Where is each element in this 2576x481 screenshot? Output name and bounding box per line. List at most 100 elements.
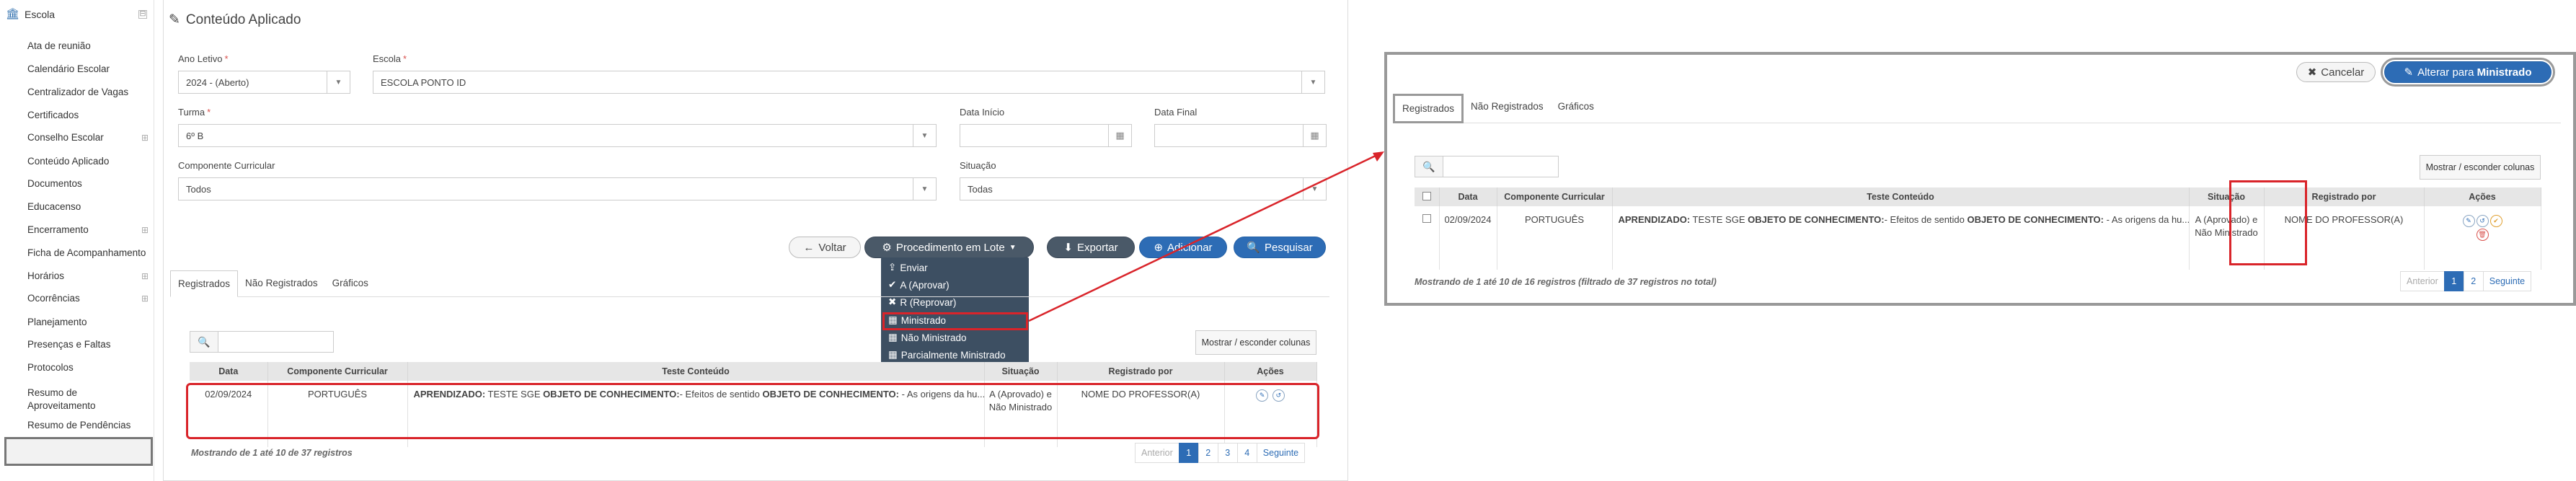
sidebar-item[interactable]: Ficha de Acompanhamento [27, 247, 146, 258]
callout-arrow [1028, 151, 1384, 322]
sidebar-section-title: Escola [25, 9, 56, 20]
sidebar-item[interactable]: Documentos [27, 178, 82, 189]
sidebar-item[interactable]: Educacenso [27, 201, 81, 212]
pager-next[interactable]: Seguinte [1256, 443, 1306, 463]
sidebar-item[interactable]: Presenças e Faltas [27, 339, 111, 350]
alterar-ministrado-button[interactable]: ✎ Alterar para Ministrado [2384, 61, 2551, 83]
header-componente[interactable]: Componente Curricular [1497, 187, 1613, 206]
toggle-columns-button[interactable]: Mostrar / esconder colunas [1195, 330, 1316, 355]
pager-page-2[interactable]: 2 [2463, 271, 2484, 291]
voltar-button[interactable]: ← Voltar [789, 237, 861, 258]
menu-item-label: Não Ministrado [900, 332, 967, 343]
zoom-data-table: Data Componente Curricular Teste Conteúd… [1415, 187, 2541, 270]
zoom-toggle-columns-button[interactable]: Mostrar / esconder colunas [2420, 155, 2541, 180]
sidebar-item[interactable]: Conteúdo Aplicado [27, 156, 109, 167]
header-componente[interactable]: Componente Curricular [267, 362, 408, 381]
delete-action-icon[interactable]: 🗑 [2476, 229, 2489, 241]
history-action-icon[interactable]: ↺ [2476, 215, 2489, 227]
zoom-pagination: Anterior 1 2 Seguinte [2400, 271, 2532, 291]
search-icon: 🔍 [190, 331, 218, 353]
header-registrado[interactable]: Registrado por [1057, 362, 1225, 381]
table-search-input[interactable] [218, 331, 334, 353]
pager-page-1[interactable]: 1 [1178, 443, 1199, 463]
header-conteudo[interactable]: Teste Conteúdo [407, 362, 985, 381]
componente-select[interactable]: Todos ▼ [178, 177, 937, 200]
ano-letivo-label: Ano Letivo * [178, 53, 229, 64]
pager-page-3[interactable]: 3 [1217, 443, 1238, 463]
sidebar-item[interactable]: Ocorrências [27, 293, 80, 304]
pager-page-4[interactable]: 4 [1236, 443, 1257, 463]
expand-icon[interactable]: ⊞ [141, 225, 149, 235]
turma-select[interactable]: 6º B ▼ [178, 124, 937, 147]
sidebar-item[interactable]: Conselho Escolar [27, 132, 104, 143]
header-data[interactable]: Data [190, 362, 268, 381]
ministrado-highlight [882, 312, 1028, 330]
edit-icon: ✎ [2404, 66, 2414, 79]
data-final-label: Data Final [1154, 107, 1198, 118]
edit-action-icon[interactable]: ✎ [2462, 215, 2475, 227]
table-header-row: Data Componente Curricular Teste Conteúd… [190, 362, 1317, 381]
row-highlight [186, 383, 1319, 439]
expand-icon[interactable]: ⊞ [141, 294, 149, 304]
pager-page-1[interactable]: 1 [2443, 271, 2464, 291]
sidebar-item[interactable]: Horários [27, 270, 64, 281]
bank-icon: 🏛 [6, 8, 20, 20]
sidebar-item[interactable]: Ata de reunião [27, 40, 91, 51]
expand-icon[interactable]: ⊞ [141, 133, 149, 143]
sidebar-item[interactable]: Certificados [27, 110, 79, 120]
menu-item-reprovar[interactable]: ✖ R (Reprovar) [888, 296, 956, 308]
chevron-down-icon: ▼ [327, 71, 350, 93]
sidebar-item[interactable]: Planejamento [27, 317, 87, 327]
approve-action-icon[interactable]: ✔ [2489, 215, 2502, 227]
zoom-table-footer-info: Mostrando de 1 até 10 de 16 registros (f… [1415, 277, 1717, 287]
pager-next[interactable]: Seguinte [2482, 271, 2532, 291]
header-conteudo[interactable]: Teste Conteúdo [1612, 187, 2190, 206]
sidebar-item[interactable]: Resumo de Aproveitamento [27, 387, 107, 412]
zoom-tab-registrados[interactable]: Registrados [1393, 94, 1464, 123]
cell-acoes: ✎ ↺ ✔ 🗑 [2424, 206, 2541, 270]
edit-icon: ✎ [169, 12, 180, 27]
zoom-table-search-input[interactable] [1443, 156, 1559, 177]
arrow-left-icon: ← [803, 241, 815, 254]
zoom-tab-bar: Registrados Não Registrados Gráficos [1393, 94, 2561, 123]
pager-prev[interactable]: Anterior [1135, 443, 1179, 463]
page-title: ✎ Conteúdo Aplicado [169, 12, 301, 28]
chevron-down-icon: ▼ [1301, 71, 1324, 93]
zoom-tab-graficos[interactable]: Gráficos [1551, 94, 1601, 123]
cancelar-button[interactable]: ✖ Cancelar [2296, 62, 2376, 82]
calendar-icon[interactable]: ▦ [1303, 125, 1326, 146]
zoom-table-header-row: Data Componente Curricular Teste Conteúd… [1415, 187, 2541, 206]
ano-letivo-select[interactable]: 2024 - (Aberto) ▼ [178, 71, 350, 94]
sidebar-item[interactable]: Centralizador de Vagas [27, 87, 128, 97]
escola-select[interactable]: ESCOLA PONTO ID ▼ [373, 71, 1325, 94]
collapse-icon[interactable]: ⊟ [138, 10, 147, 19]
turma-label: Turma * [178, 107, 211, 118]
close-icon: ✖ [888, 296, 897, 307]
escola-label: Escola * [373, 53, 407, 64]
expand-icon[interactable]: ⊞ [141, 271, 149, 281]
calendar-icon[interactable]: ▦ [1108, 125, 1131, 146]
sidebar-section-header[interactable]: 🏛 Escola ⊟ [6, 6, 150, 23]
sidebar-item[interactable]: Encerramento [27, 224, 89, 235]
tab-nao-registrados[interactable]: Não Registrados [238, 270, 325, 296]
sidebar-item[interactable]: Protocolos [27, 362, 74, 373]
zoom-tab-nao-registrados[interactable]: Não Registrados [1464, 94, 1551, 123]
situacao-highlight [2229, 180, 2307, 265]
calendar-icon: ▦ [888, 349, 898, 360]
sidebar-item[interactable]: Calendário Escolar [27, 63, 110, 74]
search-icon: 🔍 [1415, 156, 1443, 177]
row-checkbox[interactable] [1422, 214, 1431, 223]
pager-prev[interactable]: Anterior [2400, 271, 2445, 291]
menu-item-parcialmente-ministrado[interactable]: ▦ Parcialmente Ministrado [888, 349, 1006, 361]
pager-page-2[interactable]: 2 [1198, 443, 1218, 463]
sidebar-item[interactable]: Resumo de Pendências [27, 420, 130, 431]
menu-item-nao-ministrado[interactable]: ▦ Não Ministrado [888, 332, 967, 343]
tab-graficos[interactable]: Gráficos [325, 270, 376, 296]
header-acoes: Ações [2424, 187, 2541, 206]
data-inicio-label: Data Início [960, 107, 1005, 118]
header-situacao[interactable]: Situação [984, 362, 1058, 381]
procedimento-lote-button[interactable]: ⚙ Procedimento em Lote ▼ [864, 237, 1034, 258]
header-data[interactable]: Data [1439, 187, 1497, 206]
select-all-checkbox[interactable] [1422, 191, 1431, 200]
tab-registrados[interactable]: Registrados [170, 270, 239, 297]
